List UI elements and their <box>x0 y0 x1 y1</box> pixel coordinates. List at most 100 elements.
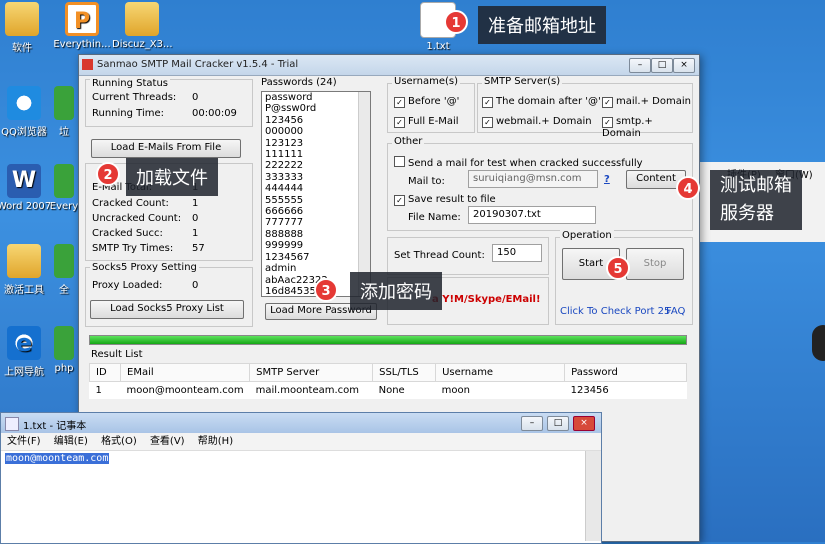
mail-to-input[interactable]: suruiqiang@msn.com <box>468 170 598 188</box>
password-item[interactable]: 111111 <box>262 149 370 160</box>
menu-file[interactable]: 文件(F) <box>7 436 41 447</box>
password-item[interactable]: 123456 <box>262 115 370 126</box>
thread-group: Set Thread Count: 150 <box>387 237 549 275</box>
column-header[interactable]: SMTP Server <box>249 363 374 382</box>
cracked-succ-value: 1 <box>192 228 199 239</box>
menu-edit[interactable]: 编辑(E) <box>54 436 88 447</box>
selected-text: moon@moonteam.com <box>5 453 110 464</box>
password-list[interactable]: password P@ssw0rd 123456 000000 123123 111111… <box>261 91 371 297</box>
thread-count-input[interactable]: 150 <box>492 244 542 262</box>
notepad-titlebar: 1.txt - 记事本 – □ × <box>1 413 601 433</box>
other-group: Other Send a mail for test when cracked … <box>387 136 693 231</box>
notepad-text-area[interactable]: moon@moonteam.com <box>1 451 601 541</box>
notepad-title: 1.txt - 记事本 <box>23 421 87 432</box>
password-item[interactable]: 222222 <box>262 160 370 171</box>
desktop-icon-everything[interactable]: P Everythin... <box>52 2 112 50</box>
app-icon <box>54 164 74 198</box>
mail-to-label: Mail to: <box>408 176 445 187</box>
load-socks-proxy-button[interactable]: Load Socks5 Proxy List <box>90 300 244 319</box>
password-item[interactable]: 999999 <box>262 240 370 251</box>
mail-domain-checkbox[interactable]: ✓ mail.+ Domain <box>602 96 691 108</box>
word-icon: W <box>7 164 41 198</box>
qq-browser-icon <box>7 86 41 120</box>
titlebar: Sanmao SMTP Mail Cracker v1.5.4 - Trial … <box>79 55 699 76</box>
cell-id: 1 <box>95 385 102 396</box>
callout-badge-4: 4 <box>676 176 700 200</box>
scrollbar[interactable] <box>585 451 601 541</box>
operation-group: Operation Start Stop Click To Check Port… <box>555 230 693 325</box>
table-row[interactable]: 1 moon@moonteam.com mail.moonteam.com No… <box>90 382 687 400</box>
cell-username: moon <box>441 385 470 396</box>
recycle-bin-icon <box>54 86 74 120</box>
cell-ssl: None <box>378 385 405 396</box>
contact-text: a Y!M/Skype/EMail! <box>432 294 541 305</box>
folder-icon <box>125 2 159 36</box>
progress-fill <box>90 336 686 344</box>
full-email-checkbox[interactable]: ✓ Full E-Mail <box>394 116 459 128</box>
edge-circle-icon[interactable] <box>812 325 825 361</box>
domain-after-at-checkbox[interactable]: ✓ The domain after '@' <box>482 96 601 108</box>
desktop-icon-label: Everythin... <box>53 39 111 50</box>
stop-button[interactable]: Stop <box>626 248 684 280</box>
maximize-button[interactable]: □ <box>547 416 569 431</box>
maximize-button[interactable]: □ <box>651 58 673 73</box>
window-title: Sanmao SMTP Mail Cracker v1.5.4 - Trial <box>97 59 299 70</box>
column-header[interactable]: Username <box>435 363 566 382</box>
before-at-checkbox[interactable]: ✓ Before '@' <box>394 96 459 108</box>
file-name-input[interactable]: 20190307.txt <box>468 206 596 224</box>
app-icon <box>82 59 93 70</box>
password-item[interactable]: 333333 <box>262 172 370 183</box>
notepad-window: 1.txt - 记事本 – □ × 文件(F) 编辑(E) 格式(O) 查看(V… <box>0 412 602 544</box>
password-item[interactable]: 666666 <box>262 206 370 217</box>
desktop-icon-discuz[interactable]: Discuz_X3... <box>112 2 173 50</box>
folder-icon <box>7 244 41 278</box>
group-label: Other <box>392 136 425 147</box>
ie-icon: e <box>7 326 41 360</box>
running-time-value: 00:00:09 <box>192 108 237 119</box>
column-header[interactable]: ID <box>89 363 121 382</box>
menu-help[interactable]: 帮助(H) <box>198 436 233 447</box>
faq-link[interactable]: FAQ <box>666 306 685 317</box>
result-table[interactable]: ID EMail SMTP Server SSL/TLS Username Pa… <box>89 363 687 399</box>
thread-count-label: Set Thread Count: <box>394 250 485 261</box>
menu-format[interactable]: 格式(O) <box>101 436 137 447</box>
webmail-domain-checkbox[interactable]: ✓ webmail.+ Domain <box>482 116 592 128</box>
password-item[interactable]: 444444 <box>262 183 370 194</box>
current-threads-value: 0 <box>192 92 199 103</box>
column-header[interactable]: SSL/TLS <box>372 363 437 382</box>
close-button[interactable]: × <box>573 416 595 431</box>
minimize-button[interactable]: – <box>629 58 651 73</box>
group-label: Operation <box>560 230 614 241</box>
notepad-icon <box>5 417 19 431</box>
menu-view[interactable]: 查看(V) <box>150 436 185 447</box>
column-header[interactable]: Password <box>564 363 687 382</box>
table-header-row: ID EMail SMTP Server SSL/TLS Username Pa… <box>89 363 687 382</box>
scrollbar[interactable] <box>358 92 370 296</box>
app-icon <box>54 244 74 278</box>
column-header[interactable]: EMail <box>119 363 251 382</box>
passwords-label: Passwords (24) <box>261 77 337 88</box>
desktop-icon-software[interactable]: 软件 <box>0 2 52 54</box>
cell-smtp-server: mail.moonteam.com <box>255 385 360 396</box>
close-button[interactable]: × <box>673 58 695 73</box>
desktop-icon-label: 1.txt <box>426 41 450 52</box>
password-item[interactable]: 555555 <box>262 195 370 206</box>
help-link[interactable]: ? <box>604 174 610 185</box>
password-items: password P@ssw0rd 123456 000000 123123 111111… <box>262 92 370 296</box>
password-item[interactable]: 1234567 <box>262 252 370 263</box>
password-item[interactable]: password <box>262 92 370 103</box>
password-item[interactable]: 123123 <box>262 138 370 149</box>
callout-add-password: 添加密码 <box>350 272 442 310</box>
group-label: Socks5 Proxy Setting <box>90 262 199 273</box>
save-result-checkbox[interactable]: ✓ Save result to file <box>394 194 496 206</box>
send-test-mail-checkbox[interactable]: Send a mail for test when cracked succes… <box>394 156 643 169</box>
progress-bar <box>89 335 687 345</box>
password-item[interactable]: P@ssw0rd <box>262 103 370 114</box>
smtp-domain-checkbox[interactable]: ✓ smtp.+ Domain <box>602 116 692 139</box>
password-item[interactable]: 000000 <box>262 126 370 137</box>
minimize-button[interactable]: – <box>521 416 543 431</box>
load-emails-button[interactable]: Load E-Mails From File <box>91 139 241 158</box>
check-port-link[interactable]: Click To Check Port 25 <box>560 306 670 317</box>
password-item[interactable]: 888888 <box>262 229 370 240</box>
password-item[interactable]: 777777 <box>262 217 370 228</box>
